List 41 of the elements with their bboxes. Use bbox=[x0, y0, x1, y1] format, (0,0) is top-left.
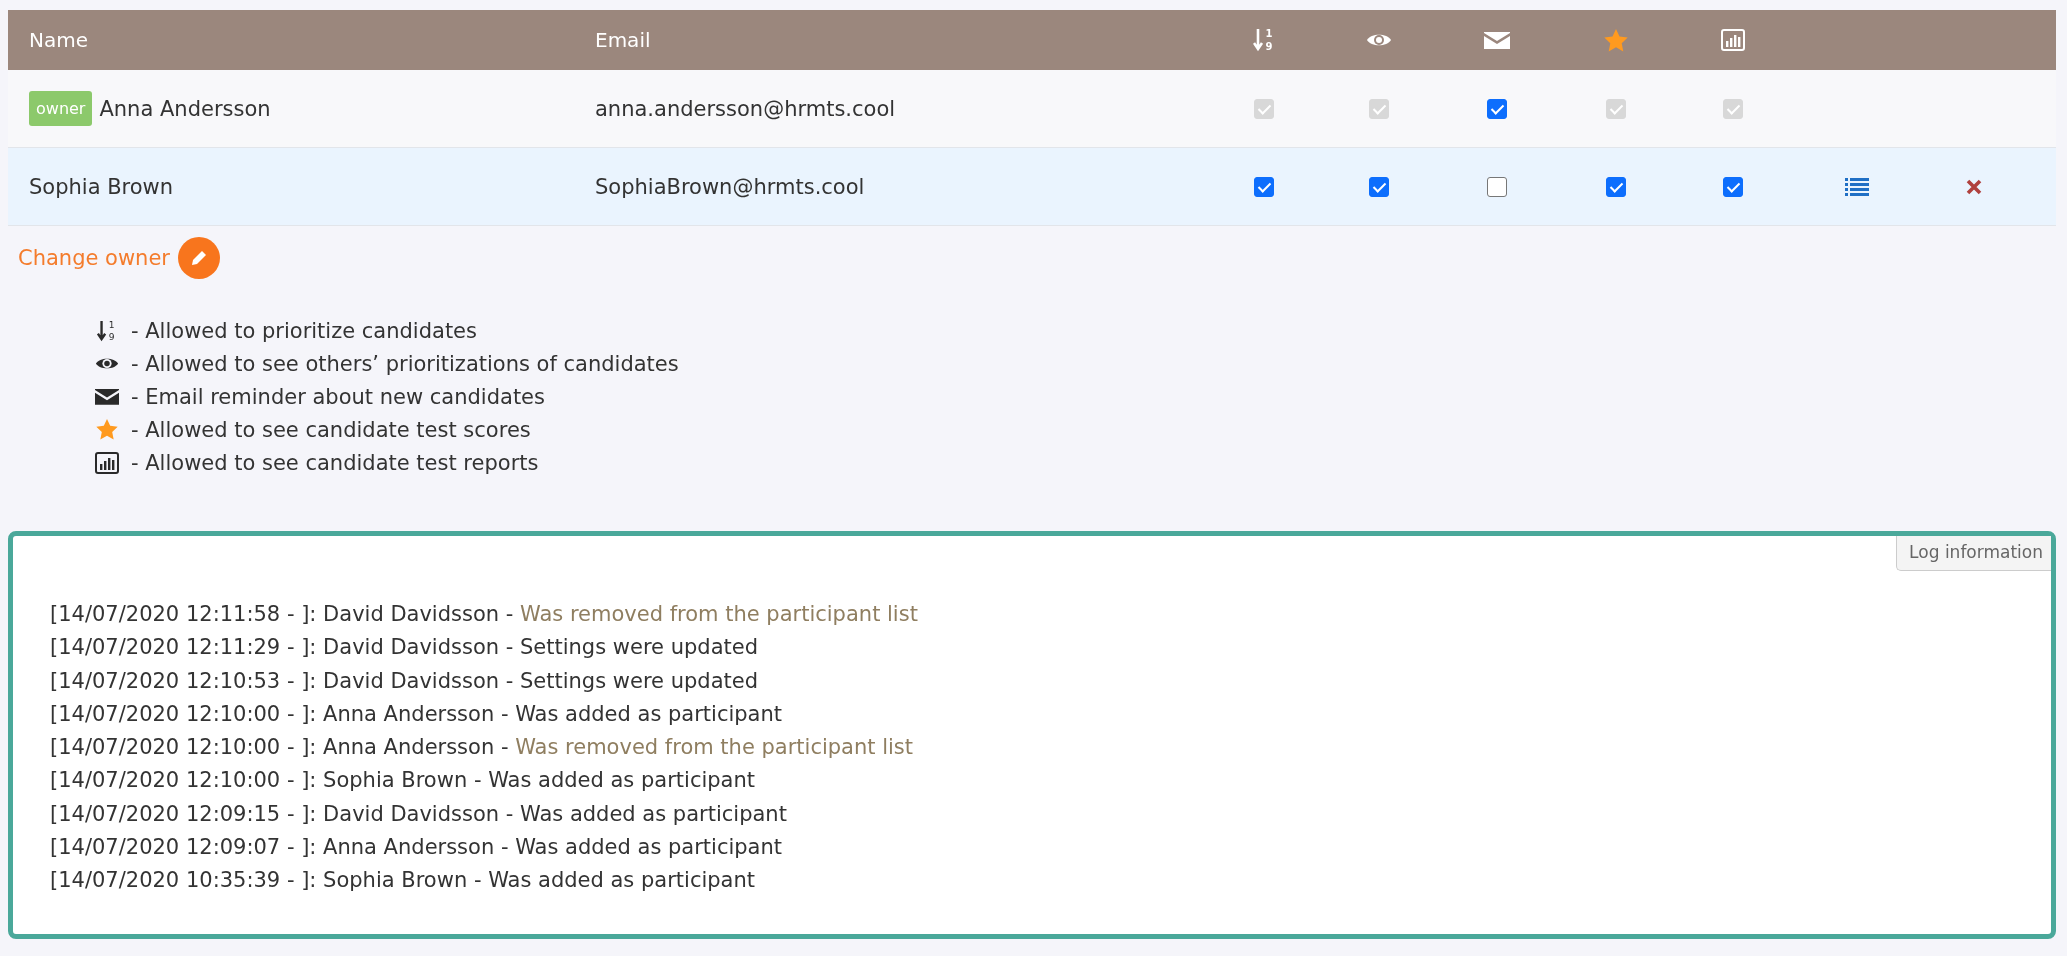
delete-icon[interactable] bbox=[1966, 178, 1982, 195]
participant-email: anna.andersson@hrmts.cool bbox=[595, 96, 896, 121]
table-row[interactable]: Sophia Brown SophiaBrown@hrmts.cool bbox=[8, 148, 2056, 226]
log-information-tab[interactable]: Log information bbox=[1896, 536, 2051, 571]
list-icon[interactable] bbox=[1845, 177, 1869, 196]
column-header: Name bbox=[28, 28, 88, 52]
permission-checkbox[interactable] bbox=[1487, 176, 1507, 197]
owner-badge: owner bbox=[29, 91, 93, 126]
permission-checkbox[interactable] bbox=[1369, 176, 1389, 197]
bar-chart-icon bbox=[95, 451, 119, 474]
log-entry: [14/07/2020 12:10:00 - ]: Sophia Brown - Was added as participant bbox=[50, 767, 756, 795]
participant-name: Anna Andersson bbox=[99, 96, 271, 121]
envelope-icon bbox=[1484, 31, 1510, 49]
log-entry: [14/07/2020 12:10:00 - ]: Anna Andersson - Was removed from the participant list bbox=[50, 734, 915, 762]
log-entry: [14/07/2020 12:10:53 - ]: David Davidsson - Settings were updated bbox=[50, 667, 759, 695]
log-entry: [14/07/2020 12:09:07 - ]: Anna Andersson - Was added as participant bbox=[50, 834, 784, 862]
participant-name: Sophia Brown bbox=[29, 174, 174, 199]
log-entry: [14/07/2020 12:11:29 - ]: David Davidsson - Settings were updated bbox=[50, 634, 759, 662]
star-icon bbox=[96, 419, 118, 440]
permission-checkbox[interactable] bbox=[1254, 176, 1274, 197]
log-entry: [14/07/2020 10:35:39 - ]: Sophia Brown - Was added as participant bbox=[50, 867, 756, 895]
legend-text: - Allowed to see candidate test scores bbox=[131, 417, 531, 442]
legend-text: - Email reminder about new candidates bbox=[131, 384, 545, 409]
eye-icon bbox=[95, 356, 119, 371]
permission-checkbox[interactable] bbox=[1487, 98, 1507, 119]
participant-email: SophiaBrown@hrmts.cool bbox=[595, 174, 865, 199]
log-entry: [14/07/2020 12:10:00 - ]: Anna Andersson - Was added as participant bbox=[50, 700, 784, 728]
legend-text: - Allowed to see candidate test reports bbox=[131, 450, 539, 475]
pencil-icon bbox=[189, 249, 208, 267]
star-icon bbox=[1604, 28, 1628, 52]
envelope-icon bbox=[95, 388, 119, 405]
legend-text: - Allowed to see others’ prioritizations of candidates bbox=[131, 351, 679, 376]
column-header: Email bbox=[594, 28, 651, 52]
bar-chart-icon bbox=[1721, 29, 1745, 51]
permission-checkbox[interactable] bbox=[1723, 176, 1743, 197]
legend-text: - Allowed to prioritize candidates bbox=[131, 318, 477, 343]
edit-button[interactable] bbox=[177, 237, 220, 279]
eye-icon bbox=[1366, 32, 1392, 48]
log-entry: [14/07/2020 12:11:58 - ]: David Davidsson - Was removed from the participant list bbox=[50, 601, 919, 628]
log-entry: [14/07/2020 12:09:15 - ]: David Davidsson - Was added as participant bbox=[50, 800, 788, 828]
permission-checkbox[interactable] bbox=[1606, 176, 1626, 197]
